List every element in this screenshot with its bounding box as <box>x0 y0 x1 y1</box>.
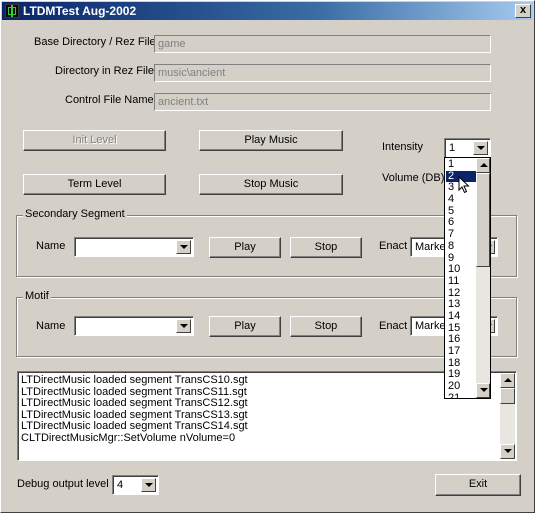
motif-name-label: Name <box>36 320 66 332</box>
intensity-options: 1 2 3 4 5 6 7 8 9 10 11 12 13 14 15 16 17 18 19 20 21 <box>446 158 476 398</box>
log-output[interactable]: LTDirectMusic loaded segment TransCS10.s… <box>17 371 517 461</box>
intensity-option[interactable]: 8 <box>446 240 476 253</box>
intensity-option[interactable]: 1 <box>446 158 476 171</box>
intensity-option[interactable]: 11 <box>446 275 476 288</box>
secondary-segment-title: Secondary Segment <box>23 208 127 220</box>
control-file-field[interactable]: ancient.txt <box>154 93 491 111</box>
title-bar[interactable]: LTDMTest Aug-2002 x <box>2 2 533 20</box>
motif-title: Motif <box>23 290 51 302</box>
term-level-button[interactable]: Term Level <box>23 174 166 195</box>
intensity-option[interactable]: 17 <box>446 345 476 358</box>
dir-in-rez-label: Directory in Rez File <box>55 65 155 77</box>
intensity-label: Intensity <box>382 141 423 153</box>
intensity-combo[interactable]: 1 <box>444 138 491 158</box>
scroll-down-icon[interactable] <box>476 383 490 398</box>
intensity-option[interactable]: 21 <box>446 392 476 398</box>
base-dir-label: Base Directory / Rez File <box>34 36 156 48</box>
scroll-up-icon[interactable] <box>500 373 515 388</box>
motif-stop-button[interactable]: Stop <box>290 316 362 337</box>
init-level-button[interactable]: Init Level <box>23 130 166 151</box>
debug-level-value: 4 <box>117 479 124 491</box>
log-line: LTDirectMusic loaded segment TransCS10.s… <box>21 374 248 386</box>
debug-level-label: Debug output level <box>17 478 109 490</box>
play-music-button[interactable]: Play Music <box>199 130 343 151</box>
intensity-option[interactable]: 20 <box>446 380 476 393</box>
app-icon <box>5 4 19 18</box>
mouse-cursor-icon <box>458 176 470 194</box>
dir-in-rez-field[interactable]: music\ancient <box>154 64 491 82</box>
base-dir-field[interactable]: game <box>154 35 491 53</box>
motif-play-button[interactable]: Play <box>209 316 281 337</box>
chevron-down-icon[interactable] <box>176 319 191 333</box>
intensity-option[interactable]: 4 <box>446 193 476 206</box>
scroll-up-icon[interactable] <box>476 158 490 173</box>
log-lines: LTDirectMusic loaded segment TransCS10.s… <box>21 374 248 445</box>
chevron-down-icon[interactable] <box>176 240 191 254</box>
intensity-value: 1 <box>449 142 456 154</box>
log-line: CLTDirectMusicMgr::SetVolume nVolume=0 <box>21 431 236 444</box>
motif-name-combo[interactable] <box>74 316 194 336</box>
log-scrollbar[interactable] <box>500 373 515 459</box>
scroll-thumb[interactable] <box>500 388 515 404</box>
secondary-enact-label: Enact <box>379 240 408 252</box>
motif-enact-label: Enact <box>379 320 408 332</box>
intensity-option[interactable]: 14 <box>446 310 476 323</box>
chevron-down-icon[interactable] <box>473 141 488 155</box>
exit-button[interactable]: Exit <box>435 474 521 496</box>
control-file-label: Control File Name <box>65 94 154 106</box>
secondary-stop-button[interactable]: Stop <box>290 237 362 258</box>
close-button[interactable]: x <box>515 4 531 18</box>
stop-music-button[interactable]: Stop Music <box>199 174 343 195</box>
scroll-down-icon[interactable] <box>500 444 515 459</box>
window-title: LTDMTest Aug-2002 <box>23 4 137 18</box>
dropdown-scrollbar[interactable] <box>476 158 490 398</box>
debug-level-combo[interactable]: 4 <box>112 475 159 495</box>
secondary-play-button[interactable]: Play <box>209 237 281 258</box>
chevron-down-icon[interactable] <box>141 478 156 492</box>
scroll-thumb[interactable] <box>476 173 490 267</box>
secondary-name-label: Name <box>36 240 66 252</box>
main-window: LTDMTest Aug-2002 x Base Directory / Rez… <box>0 0 535 513</box>
secondary-name-combo[interactable] <box>74 237 194 257</box>
volume-label: Volume (DB) <box>382 172 445 184</box>
